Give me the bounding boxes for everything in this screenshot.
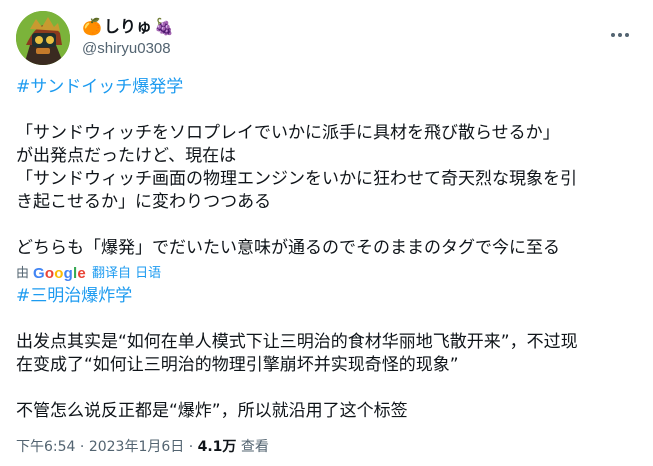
avatar[interactable] [16,11,70,65]
user-handle[interactable]: @shiryu0308 [82,39,174,59]
tweet-date[interactable]: 2023年1月6日 [89,439,184,455]
translated-text-line: 出发点其实是“如何在单人模式下让三明治的食材华丽地飞散开来”，不过现 [16,332,578,352]
translated-text-line: 不管怎么说反正都是“爆炸”，所以就沿用了这个标签 [16,401,408,421]
translated-text-line: 在变成了“如何让三明治的物理引擎崩坏并实现奇怪的现象” [16,355,459,375]
views-label: 查看 [236,439,269,455]
google-logo: Google [33,265,86,282]
tweet-text-line: 「サンドウィッチをソロプレイでいかに派手に具材を飛び散らせるか」 [16,123,560,143]
tweet-meta: 下午6:54 · 2023年1月6日 · 4.1万 查看 [16,439,269,455]
grapes-emoji-icon: 🍇 [153,17,174,36]
hashtag-link[interactable]: #三明治爆炸学 [16,285,637,308]
translation-attribution: 由 Google 翻译自 日语 [16,262,637,285]
tweet-body: #サンドイッチ爆発学 「サンドウィッチをソロプレイでいかに派手に具材を飛び散らせ… [16,76,637,423]
orange-emoji-icon: 🍊 [82,17,102,36]
translated-from-link[interactable]: 翻译自 日语 [92,262,161,285]
by-label: 由 [16,266,30,281]
tweet-text-line: が出発点だったけど、現在は [16,146,237,166]
tweet-header: 🍊 しりゅ 🍇 @shiryu0308 [16,11,637,65]
tweet-text-line: どちらも「爆発」でだいたい意味が通るのでそのままのタグで今に至る [16,238,560,258]
views-count[interactable]: 4.1万 [198,439,237,455]
tweet-text-line: き起こせるか」に変わりつつある [16,192,272,212]
hashtag-link[interactable]: #サンドイッチ爆発学 [16,76,637,99]
display-name-text: しりゅ [103,17,152,36]
more-dots-icon[interactable] [603,18,637,52]
tweet: 🍊 しりゅ 🍇 @shiryu0308 #サンドイッチ爆発学 「サンドウィッチを… [0,0,653,466]
author-names: 🍊 しりゅ 🍇 @shiryu0308 [82,17,174,59]
tweet-text-line: 「サンドウィッチ画面の物理エンジンをいかに狂わせて奇天烈な現象を引 [16,169,577,189]
tweet-time[interactable]: 下午6:54 [16,439,75,455]
display-name[interactable]: 🍊 しりゅ 🍇 [82,17,174,37]
